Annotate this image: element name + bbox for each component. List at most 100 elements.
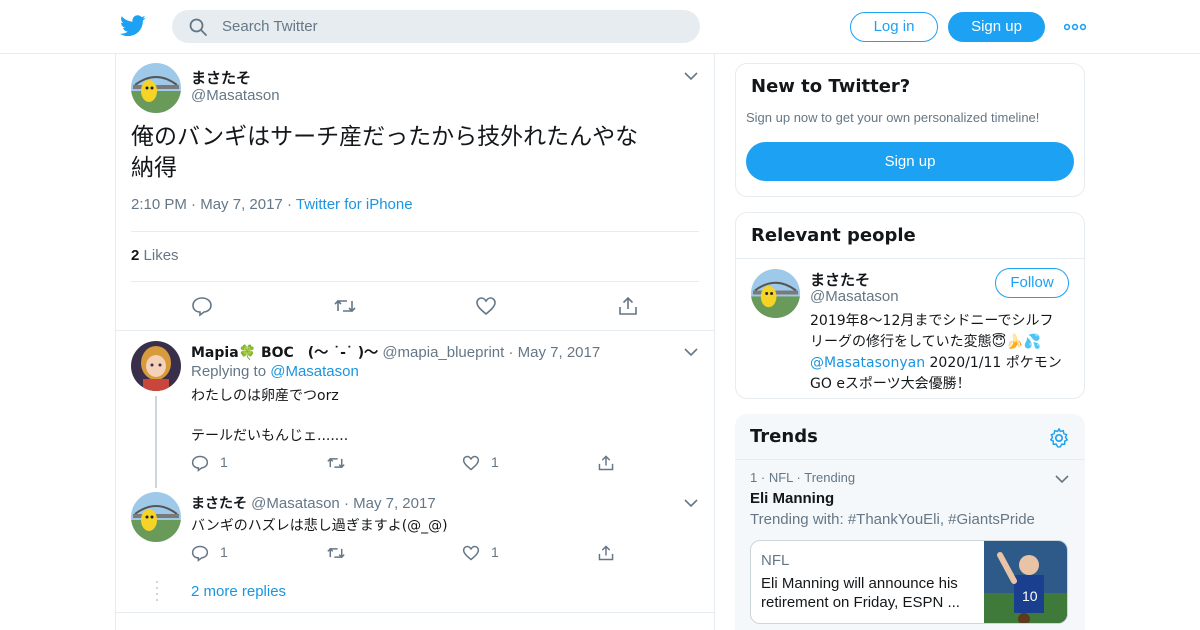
more-replies-link[interactable]: 2 more replies	[191, 583, 286, 600]
card-title: Relevant people	[751, 225, 916, 246]
reply-header: まさたそ @Masatason · May 7, 2017	[191, 493, 436, 513]
reply-header: Mapia🍀 BOC (～ ˙-˙ )～ @mapia_blueprint · …	[191, 342, 600, 362]
replying-to-link[interactable]: @Masatason	[270, 363, 359, 380]
avatar-image	[131, 341, 181, 391]
tweet-date[interactable]: May 7, 2017	[200, 196, 283, 213]
share-icon[interactable]	[597, 454, 615, 472]
author-name[interactable]: まさたそ	[191, 67, 251, 88]
divider	[131, 231, 699, 232]
divider	[735, 459, 1085, 460]
twitter-bird-logo-icon[interactable]	[120, 14, 146, 38]
card-title: Trends	[750, 426, 818, 447]
card-subtitle: Sign up now to get your own personalized…	[746, 110, 1040, 125]
reply-author-handle[interactable]: @Masatason	[251, 495, 340, 512]
reply-icon[interactable]	[191, 295, 213, 317]
reply-date[interactable]: May 7, 2017	[518, 344, 601, 361]
chevron-down-icon[interactable]	[684, 347, 698, 357]
bio-mention-link[interactable]: @Masatasonyan	[810, 355, 925, 371]
login-button[interactable]: Log in	[850, 12, 938, 42]
author-avatar[interactable]	[131, 63, 181, 113]
share-icon[interactable]	[617, 295, 639, 317]
reply-avatar[interactable]	[131, 341, 181, 391]
avatar-image	[131, 63, 181, 113]
trend-name-link[interactable]: Eli Manning	[750, 490, 834, 507]
chevron-down-icon[interactable]	[684, 498, 698, 508]
dot-separator: ·	[191, 196, 201, 213]
dot-separator: ·	[760, 470, 769, 485]
signup-button[interactable]: Sign up	[746, 142, 1074, 181]
signup-button[interactable]: Sign up	[948, 12, 1045, 42]
person-avatar[interactable]	[751, 269, 800, 318]
bio-line: @Masatasonyan 2020/1/11 ポケモン	[810, 353, 1074, 374]
retweet-icon[interactable]	[326, 454, 346, 472]
retweet-icon[interactable]	[333, 295, 357, 317]
reply-text-line: テールだいもんじェ.......	[191, 428, 349, 444]
heart-icon[interactable]	[475, 295, 497, 317]
avatar-image	[131, 492, 181, 542]
reply-count: 1	[220, 454, 228, 470]
divider	[736, 258, 1084, 259]
tweet-text-line: 俺のバンギはサーチ産だったから技外れたんやな	[131, 124, 639, 150]
top-bar: Log in Sign up	[0, 0, 1200, 54]
thread-connector	[155, 396, 157, 488]
news-source: NFL	[761, 552, 790, 569]
search-icon	[189, 18, 207, 36]
settings-gear-icon[interactable]	[1048, 427, 1070, 449]
likes-stat[interactable]: 2 Likes	[131, 247, 179, 264]
divider	[116, 612, 714, 613]
tweet-source-link[interactable]: Twitter for iPhone	[296, 196, 413, 213]
trend-status: Trending	[804, 470, 856, 485]
reply-text-line: わたしのは卵産でつorz	[191, 388, 339, 404]
author-handle[interactable]: @Masatason	[191, 87, 280, 104]
person-bio: 2019年8〜12月までシドニーでシルフ リーグの修行をしていた変態😇🍌💦 @M…	[810, 311, 1074, 395]
tweet-metadata: 2:10 PM · May 7, 2017 · Twitter for iPho…	[131, 196, 413, 213]
likes-count: 2	[131, 247, 140, 264]
divider	[131, 281, 699, 282]
follow-button[interactable]: Follow	[995, 268, 1069, 298]
reply-date[interactable]: May 7, 2017	[353, 495, 436, 512]
person-handle[interactable]: @Masatason	[810, 288, 899, 305]
reply-icon[interactable]	[191, 454, 209, 472]
trend-meta: 1 · NFL · Trending	[750, 470, 855, 485]
heart-icon[interactable]	[462, 454, 480, 472]
reply-avatar[interactable]	[131, 492, 181, 542]
reply-icon[interactable]	[191, 544, 209, 562]
person-name[interactable]: まさたそ	[810, 269, 870, 290]
dot-separator: ·	[508, 344, 514, 361]
search-box[interactable]	[172, 10, 700, 43]
reply-author-name[interactable]: Mapia🍀 BOC (～ ˙-˙ )～	[191, 345, 378, 361]
share-icon[interactable]	[597, 544, 615, 562]
reply-author-name[interactable]: まさたそ	[191, 496, 247, 512]
chevron-down-icon[interactable]	[1055, 474, 1069, 484]
reply-count: 1	[220, 544, 228, 560]
dot-separator: ·	[286, 196, 296, 213]
heart-icon[interactable]	[462, 544, 480, 562]
tweet-text-line: 納得	[131, 155, 177, 181]
dot-separator: ·	[343, 495, 349, 512]
thread-dotted-connector	[156, 581, 158, 603]
news-thumbnail-image: 10	[984, 541, 1067, 623]
trends-card: Trends 1 · NFL · Trending Eli Manning Tr…	[735, 414, 1085, 630]
replying-prefix: Replying to	[191, 363, 267, 380]
chevron-down-icon[interactable]	[684, 71, 698, 81]
news-headline: Eli Manning will announce his retirement…	[761, 575, 960, 611]
divider	[116, 330, 714, 331]
news-card[interactable]: NFL Eli Manning will announce his retire…	[750, 540, 1068, 624]
new-to-twitter-card: New to Twitter? Sign up now to get your …	[735, 63, 1085, 197]
retweet-icon[interactable]	[326, 544, 346, 562]
more-options-icon[interactable]	[1064, 18, 1086, 36]
bio-text: 2020/1/11 ポケモン	[925, 355, 1062, 371]
tweet-column: まさたそ @Masatason 俺のバンギはサーチ産だったから技外れたんやな 納…	[115, 54, 715, 630]
reply-author-handle[interactable]: @mapia_blueprint	[382, 344, 504, 361]
search-input[interactable]	[222, 10, 682, 43]
trend-rank: 1	[750, 470, 758, 485]
reply-text-line: バンギのハズレは悲し過ぎますよ(@_@)	[191, 518, 448, 534]
svg-text:10: 10	[1022, 588, 1038, 604]
bio-line: 2019年8〜12月までシドニーでシルフ	[810, 313, 1054, 329]
bio-line: GO eスポーツ大会優勝！	[810, 376, 971, 392]
tweet-text: 俺のバンギはサーチ産だったから技外れたんやな 納得	[131, 122, 691, 184]
like-count: 1	[491, 544, 499, 560]
likes-label: Likes	[143, 247, 179, 264]
card-title: New to Twitter?	[751, 76, 911, 97]
tweet-time[interactable]: 2:10 PM	[131, 196, 187, 213]
